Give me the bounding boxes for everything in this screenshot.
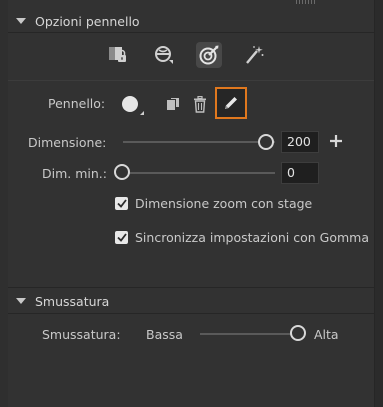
pencil-icon <box>225 97 237 109</box>
paint-selection-button[interactable] <box>196 42 222 68</box>
min-size-slider-track[interactable] <box>123 172 275 174</box>
increase-size-button[interactable] <box>329 134 343 148</box>
round-brush-icon <box>122 96 144 115</box>
brush-options-header[interactable]: Opzioni pennello <box>8 10 374 32</box>
paint-inside-icon <box>155 46 173 64</box>
size-slider-track[interactable] <box>123 141 275 143</box>
divider <box>8 80 374 81</box>
delete-brush-button[interactable] <box>191 94 209 114</box>
smoothing-slider-knob[interactable] <box>290 325 306 341</box>
divider <box>8 32 374 33</box>
panel-grip[interactable] <box>296 0 316 4</box>
check-icon <box>116 199 127 208</box>
smoothing-low-label: Bassa <box>146 327 183 342</box>
paint-fills-icon <box>109 47 126 62</box>
zoom-with-stage-checkbox[interactable] <box>115 197 128 210</box>
min-size-label: Dim. min.: <box>42 166 107 181</box>
collapse-triangle-icon[interactable] <box>16 298 26 304</box>
brush-panel: Opzioni pennello Pennello: Dimensione: 2… <box>8 0 374 407</box>
smoothing-high-label: Alta <box>314 327 339 342</box>
divider <box>8 287 374 288</box>
size-label: Dimensione: <box>28 135 107 150</box>
paint-magic-button[interactable] <box>241 42 267 68</box>
brush-label: Pennello: <box>48 96 106 111</box>
paint-selection-icon <box>199 45 219 65</box>
trash-icon <box>194 95 206 113</box>
check-icon <box>116 233 127 242</box>
paint-fills-button[interactable] <box>105 42 131 68</box>
size-slider-knob[interactable] <box>258 134 274 150</box>
panel-scroll-edge <box>374 0 383 407</box>
divider <box>8 313 374 314</box>
paint-magic-icon <box>246 46 264 64</box>
plus-icon <box>330 135 342 147</box>
section-title: Smussatura <box>35 293 110 309</box>
sync-eraser-label: Sincronizza impostazioni con Gomma <box>135 230 369 245</box>
smoothing-label: Smussatura: <box>42 327 121 342</box>
smoothing-slider-track[interactable] <box>200 333 298 335</box>
sync-eraser-checkbox[interactable] <box>115 231 128 244</box>
min-size-input[interactable]: 0 <box>281 162 319 184</box>
brush-mode-icon <box>167 98 179 110</box>
brush-shape-picker[interactable] <box>119 93 145 119</box>
section-title: Opzioni pennello <box>35 13 140 29</box>
min-size-slider-knob[interactable] <box>114 164 130 180</box>
paint-inside-button[interactable] <box>151 42 177 68</box>
collapse-triangle-icon[interactable] <box>16 18 26 24</box>
zoom-with-stage-label: Dimensione zoom con stage <box>135 196 313 211</box>
edit-brush-button[interactable] <box>215 87 247 119</box>
brush-settings-button[interactable] <box>164 95 182 113</box>
size-input[interactable]: 200 <box>281 131 319 153</box>
smoothing-header[interactable]: Smussatura <box>8 290 374 312</box>
